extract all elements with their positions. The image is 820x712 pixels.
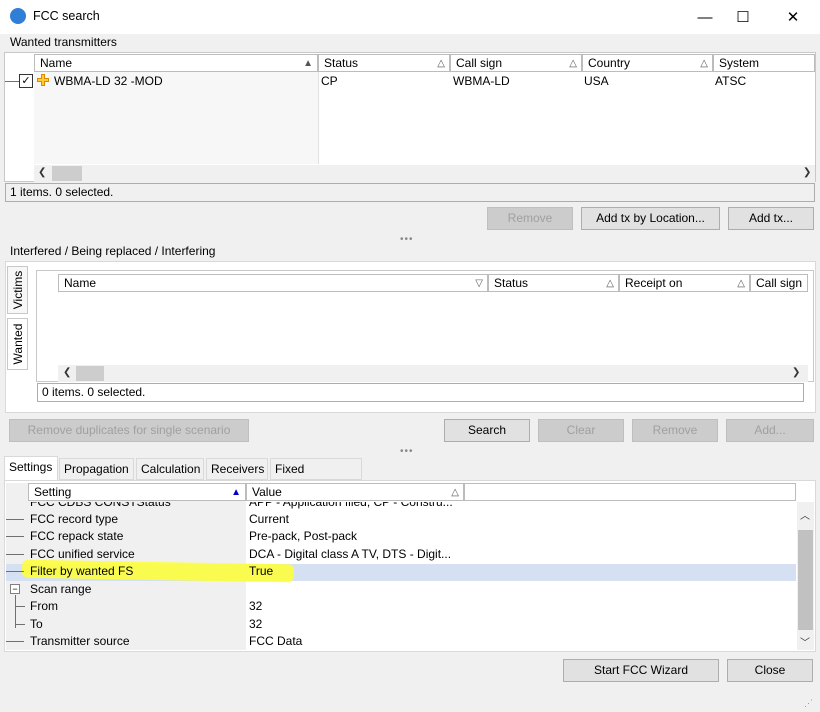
scroll-right-icon[interactable]: ❯ bbox=[803, 167, 811, 178]
sort-icon: △ bbox=[737, 278, 745, 289]
col-value[interactable]: Value △ bbox=[246, 483, 464, 501]
col-if-status[interactable]: Status △ bbox=[488, 274, 619, 292]
scroll-thumb[interactable] bbox=[76, 366, 104, 381]
col-country[interactable]: Country △ bbox=[582, 54, 713, 72]
sort-ascending-icon: ▲ bbox=[231, 487, 241, 498]
wanted-hscrollbar[interactable] bbox=[34, 165, 815, 182]
interfered-status-text: 0 items. 0 selected. bbox=[37, 383, 804, 402]
sort-icon: △ bbox=[606, 278, 614, 289]
close-window-button[interactable]: ✕ bbox=[770, 0, 816, 34]
tab-fixed-reception[interactable]: Fixed reception bbox=[270, 458, 362, 496]
scroll-left-icon[interactable]: ❮ bbox=[63, 367, 71, 378]
collapse-icon[interactable]: − bbox=[10, 584, 20, 594]
app-globe-icon bbox=[10, 8, 26, 24]
sort-icon: △ bbox=[437, 58, 445, 69]
scroll-up-icon[interactable]: ︿ bbox=[800, 507, 810, 522]
add-button[interactable]: Add... bbox=[726, 419, 814, 442]
setting-name[interactable]: FCC repack state bbox=[30, 528, 123, 544]
close-button[interactable]: Close bbox=[727, 659, 813, 682]
resize-grip-icon[interactable]: ⋰ bbox=[804, 698, 813, 709]
setting-name[interactable]: To bbox=[30, 616, 43, 632]
scroll-down-icon[interactable]: ﹀ bbox=[800, 634, 810, 649]
setting-name[interactable]: Scan range bbox=[30, 581, 91, 597]
setting-value[interactable]: APP - Application filed, CP - Constru... bbox=[249, 502, 453, 510]
setting-value[interactable]: 32 bbox=[249, 616, 262, 632]
setting-value[interactable]: DCA - Digital class A TV, DTS - Digit... bbox=[249, 546, 451, 562]
splitter-grip-icon[interactable]: ••• bbox=[400, 234, 414, 245]
tab-settings[interactable]: Settings bbox=[4, 456, 58, 481]
interfered-remove-button[interactable]: Remove bbox=[632, 419, 718, 442]
setting-value[interactable]: True bbox=[249, 563, 273, 579]
scroll-thumb[interactable] bbox=[52, 166, 82, 181]
row-country: USA bbox=[584, 74, 609, 88]
setting-name[interactable]: Filter by wanted FS bbox=[30, 563, 133, 579]
tab-calculation[interactable]: Calculation bbox=[136, 458, 204, 480]
row-call-sign: WBMA-LD bbox=[453, 74, 510, 88]
window-title: FCC search bbox=[33, 9, 100, 23]
tab-receivers[interactable]: Receivers bbox=[206, 458, 268, 480]
col-if-call-sign[interactable]: Call sign bbox=[750, 274, 808, 292]
start-fcc-wizard-button[interactable]: Start FCC Wizard bbox=[563, 659, 719, 682]
remove-duplicates-button[interactable]: Remove duplicates for single scenario bbox=[9, 419, 249, 442]
tab-victims[interactable]: Victims bbox=[7, 266, 28, 314]
scroll-left-icon[interactable]: ❮ bbox=[38, 167, 46, 178]
tab-propagation[interactable]: Propagation bbox=[59, 458, 134, 480]
setting-name[interactable]: Transmitter source bbox=[30, 633, 130, 649]
setting-name[interactable]: FCC record type bbox=[30, 511, 118, 527]
clear-button[interactable]: Clear bbox=[538, 419, 624, 442]
scroll-thumb[interactable] bbox=[798, 530, 813, 630]
wanted-status-text: 1 items. 0 selected. bbox=[5, 183, 815, 202]
sort-icon: △ bbox=[451, 487, 459, 498]
col-name[interactable]: Name ▲ bbox=[34, 54, 318, 72]
col-if-name[interactable]: Name ▽ bbox=[58, 274, 488, 292]
setting-value[interactable]: Current bbox=[249, 511, 289, 527]
transmitter-plus-icon bbox=[37, 74, 49, 86]
interfered-hscrollbar[interactable] bbox=[58, 365, 808, 382]
wanted-group-label: Wanted transmitters bbox=[10, 35, 117, 49]
setting-value[interactable]: Pre-pack, Post-pack bbox=[249, 528, 357, 544]
col-status[interactable]: Status △ bbox=[318, 54, 450, 72]
add-tx-by-location-button[interactable]: Add tx by Location... bbox=[581, 207, 720, 230]
row-name[interactable]: WBMA-LD 32 -MOD bbox=[54, 73, 163, 89]
col-setting[interactable]: Setting ▲ bbox=[28, 483, 246, 501]
setting-value[interactable]: 32 bbox=[249, 598, 262, 614]
add-tx-button[interactable]: Add tx... bbox=[728, 207, 814, 230]
tab-wanted-side[interactable]: Wanted bbox=[7, 318, 28, 370]
row-checkbox[interactable]: ✓ bbox=[19, 74, 33, 88]
setting-value[interactable]: FCC Data bbox=[249, 633, 302, 649]
sort-icon: △ bbox=[569, 58, 577, 69]
col-receipt-on[interactable]: Receipt on △ bbox=[619, 274, 750, 292]
wanted-remove-button[interactable]: Remove bbox=[487, 207, 573, 230]
maximize-button[interactable]: ☐ bbox=[720, 0, 766, 34]
search-button[interactable]: Search bbox=[444, 419, 530, 442]
row-status: CP bbox=[321, 74, 338, 88]
row-system: ATSC bbox=[715, 74, 747, 88]
col-system[interactable]: System bbox=[713, 54, 815, 72]
sort-icon: ▲ bbox=[303, 58, 313, 69]
setting-name[interactable]: From bbox=[30, 598, 58, 614]
sort-icon: △ bbox=[700, 58, 708, 69]
settings-rows: FCC CDBS CONSTStatus APP - Application f… bbox=[6, 502, 796, 650]
col-call-sign[interactable]: Call sign △ bbox=[450, 54, 582, 72]
interfered-group-label: Interfered / Being replaced / Interferin… bbox=[10, 244, 216, 258]
scroll-right-icon[interactable]: ❯ bbox=[792, 367, 800, 378]
splitter-grip-icon[interactable]: ••• bbox=[400, 446, 414, 457]
setting-name[interactable]: FCC CDBS CONSTStatus bbox=[30, 502, 171, 510]
sort-icon: ▽ bbox=[475, 278, 483, 289]
